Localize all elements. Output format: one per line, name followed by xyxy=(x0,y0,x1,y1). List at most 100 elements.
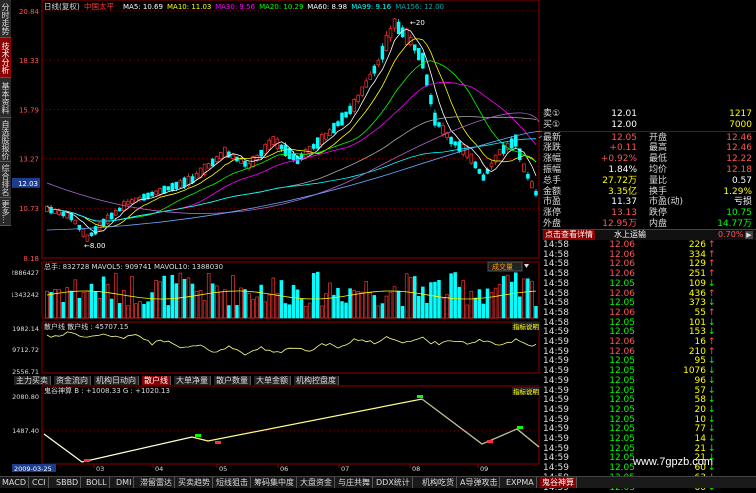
candle-body xyxy=(328,130,331,136)
quote-label-right: 市盈(动) xyxy=(649,198,683,207)
indicator-tab-0[interactable]: 主力买卖 xyxy=(14,376,51,385)
tick-row: 14:5912.0520↓ xyxy=(542,406,756,416)
bottom-tab-13[interactable]: A导弹攻击 xyxy=(458,477,500,488)
quote-label: 涨幅 xyxy=(543,155,561,164)
bottom-tab-12[interactable]: 机构吃货 xyxy=(420,477,457,488)
bottom-tab-11[interactable]: DDX统计 xyxy=(374,477,413,488)
tick-row: 14:5812.06334↑ xyxy=(542,251,756,261)
bottom-tab-15[interactable]: 鬼谷神算 xyxy=(540,477,577,488)
month-label: 03 xyxy=(96,465,104,472)
volume-bar xyxy=(268,295,271,318)
volume-bar xyxy=(389,292,392,318)
candle-body xyxy=(155,191,158,194)
signal-marker xyxy=(517,426,523,429)
left-tab-3[interactable]: 自选股报价 xyxy=(0,118,11,162)
candle-body xyxy=(304,149,307,157)
bottom-tab-5[interactable]: 滞留雷达 xyxy=(138,477,175,488)
candle-body xyxy=(369,74,372,79)
bottom-tab-2[interactable]: SBBD xyxy=(54,477,81,488)
volume-bar xyxy=(276,293,279,318)
candle-body xyxy=(316,138,319,148)
month-label: 07 xyxy=(341,465,349,472)
divider xyxy=(542,131,756,132)
chart-area[interactable]: 20.8418.3315.7913.2710.738.1812.03日线(复权)… xyxy=(12,0,542,472)
candle-body xyxy=(98,223,101,230)
left-tab-0[interactable]: 分时走势 xyxy=(0,0,11,38)
volume-bar xyxy=(337,288,340,318)
candle-body xyxy=(337,122,340,126)
indicator1-tick-label: +19712.72 xyxy=(12,346,39,354)
candle-body xyxy=(429,95,432,104)
candle-body xyxy=(268,140,271,149)
left-tab-5[interactable]: 更多... xyxy=(0,198,11,226)
bottom-tab-10[interactable]: 与庄共舞 xyxy=(336,477,373,488)
tick-row: 14:5812.05373↓ xyxy=(542,299,756,309)
indicator-tab-4[interactable]: 大单净量 xyxy=(174,376,211,385)
indicator-tab-1[interactable]: 资金流向 xyxy=(54,376,91,385)
price-tick-label: 20.84 xyxy=(19,8,40,16)
volume-bar xyxy=(175,284,178,318)
ma156-line xyxy=(47,113,539,214)
kline-chart[interactable]: 20.8418.3315.7913.2710.738.1812.03日线(复权)… xyxy=(12,0,542,472)
volume-bar xyxy=(369,293,372,318)
candle-body xyxy=(244,161,247,166)
candle-body xyxy=(438,123,441,127)
left-tab-4[interactable]: 综合排名 xyxy=(0,162,11,198)
bottom-tab-9[interactable]: 大盘资金 xyxy=(298,477,335,488)
bottom-tab-3[interactable]: BOLL xyxy=(84,477,110,488)
volume-bar xyxy=(357,292,360,318)
quote-value-right: 亏损 xyxy=(712,198,752,207)
indicator2-tick-label: +1487.40 xyxy=(12,427,39,435)
volume-bar xyxy=(252,299,255,318)
volume-tick-label: 1343242 xyxy=(12,291,39,299)
ghost-valley-line-g xyxy=(422,399,539,447)
volume-type-select: 成交量 xyxy=(492,262,513,271)
quote-value: 12.01 xyxy=(597,110,637,119)
indicator-tab-5[interactable]: 散户数量 xyxy=(214,376,251,385)
tick-row: 14:5912.06210↑ xyxy=(542,348,756,358)
quote-value: +0.11 xyxy=(597,144,637,153)
bottom-tab-4[interactable]: DMI xyxy=(114,477,134,488)
indicator2-help: 指标说明 xyxy=(513,387,540,396)
tick-row: 14:5812.06129↑ xyxy=(542,260,756,270)
volume-bar xyxy=(143,304,146,318)
volume-bar xyxy=(211,284,214,318)
volume-bar xyxy=(86,291,89,318)
quote-value: 13.13 xyxy=(597,209,637,218)
quote-row: 市盈11.37市盈(动)亏损 xyxy=(542,198,756,207)
volume-bar xyxy=(147,302,150,318)
volume-bar xyxy=(365,281,368,318)
tick-row: 14:5812.0655↑ xyxy=(542,309,756,319)
indicator-tab-3[interactable]: 散户线 xyxy=(142,376,171,385)
bottom-tab-7[interactable]: 短线狙击 xyxy=(214,477,251,488)
watermark: www.7gpzb.com xyxy=(633,456,713,468)
indicator-tab-7[interactable]: 机构控盘度 xyxy=(294,376,339,385)
candle-body xyxy=(171,183,174,190)
indicator-tab-6[interactable]: 大单金额 xyxy=(254,376,291,385)
left-tab-2[interactable]: 基本资料 xyxy=(0,78,11,118)
candle-body xyxy=(90,233,93,236)
news-detail-button[interactable]: 点击查看详情 xyxy=(543,230,595,240)
bottom-tab-6[interactable]: 买卖趋势 xyxy=(176,477,213,488)
bottom-tab-1[interactable]: CCI xyxy=(30,477,49,488)
ma-legend-4: MA60: 8.98 xyxy=(307,3,347,11)
month-label: 09 xyxy=(480,465,488,472)
bottom-tab-0[interactable]: MACD xyxy=(0,477,29,488)
bottom-tab-14[interactable]: EXPMA xyxy=(504,477,537,488)
sector-name[interactable]: 水上运输 xyxy=(614,230,646,240)
volume-bar xyxy=(74,280,77,318)
bottom-tab-8[interactable]: 筹码集中度 xyxy=(252,477,297,488)
quote-value-right: 12.22 xyxy=(712,155,752,164)
volume-bar xyxy=(219,292,222,318)
indicator-tab-2[interactable]: 机构日动向 xyxy=(94,376,139,385)
volume-bar xyxy=(405,274,408,318)
scroll-arrow-icon[interactable]: ▶ xyxy=(745,231,753,239)
quote-value-right: 12.46 xyxy=(712,134,752,143)
candle-body xyxy=(373,66,376,73)
candle-body xyxy=(345,112,348,117)
candle-body xyxy=(377,60,380,65)
news-bar: 点击查看详情 水上运输 0.70% ▶ xyxy=(542,229,756,240)
left-tab-1[interactable]: 技术分析 xyxy=(0,38,11,78)
volume-bar xyxy=(215,286,218,318)
volume-bar xyxy=(284,304,287,318)
